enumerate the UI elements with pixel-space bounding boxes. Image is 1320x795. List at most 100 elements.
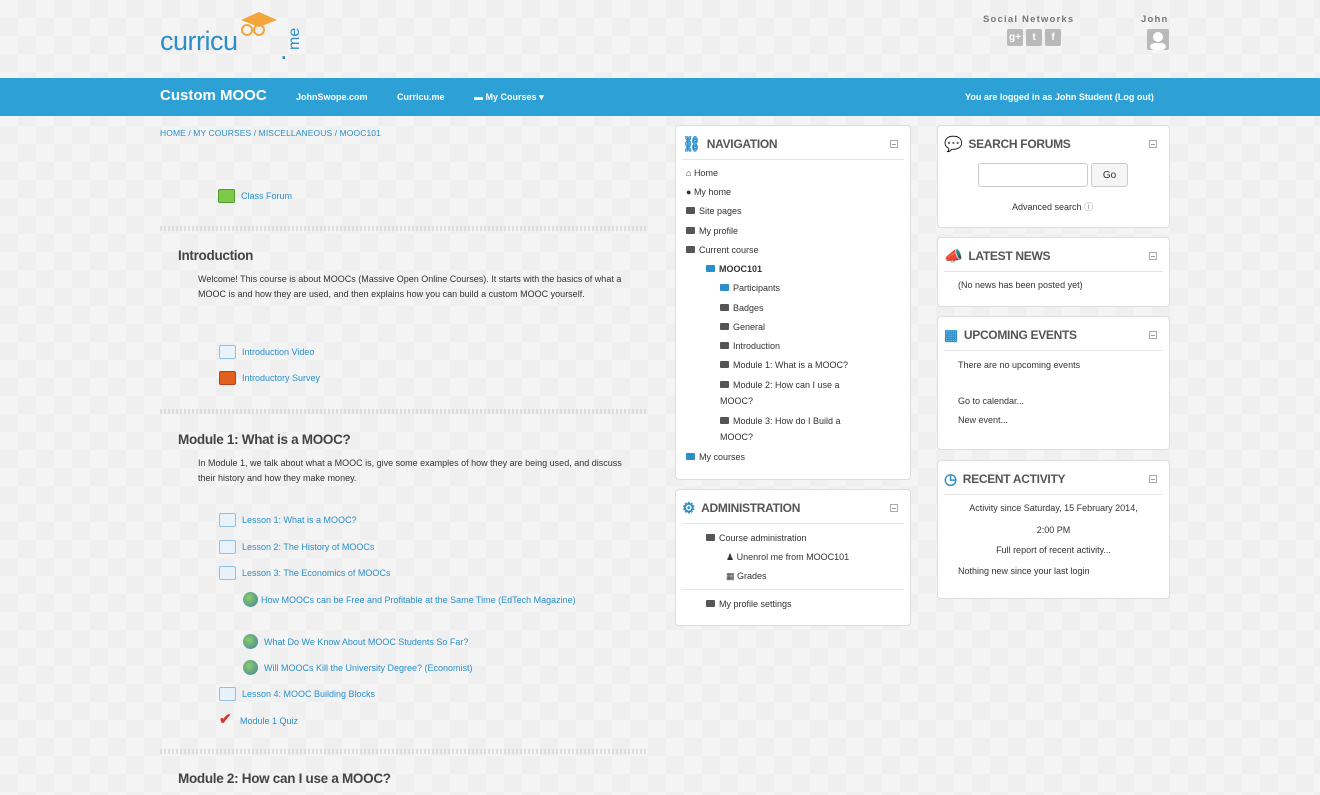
activity-lesson-4[interactable]: Lesson 4: MOOC Building Blocks — [219, 687, 375, 701]
collapse-icon[interactable] — [890, 504, 898, 512]
latest-news-block: 📣 LATEST NEWS (No news has been posted y… — [937, 237, 1170, 307]
site-logo[interactable]: curricu . me — [160, 12, 310, 65]
nav-item-mooc101[interactable]: MOOC101 — [706, 264, 762, 274]
search-forums-block: 💬 SEARCH FORUMS Go Advanced search ⓘ — [937, 125, 1170, 228]
avatar[interactable] — [1147, 29, 1169, 50]
folder-icon — [720, 323, 729, 330]
section-divider — [160, 226, 648, 231]
courses-icon: ▬ — [474, 92, 483, 102]
user-name[interactable]: John — [1141, 14, 1169, 25]
activity-url-economist[interactable]: Will MOOCs Kill the University Degree? (… — [243, 660, 473, 675]
collapse-icon[interactable] — [890, 140, 898, 148]
chat-icon: 💬 — [944, 136, 963, 153]
upcoming-events-block: ▦ UPCOMING EVENTS There are no upcoming … — [937, 316, 1170, 450]
upcoming-events-title: ▦ UPCOMING EVENTS — [944, 327, 1077, 344]
admin-course-administration[interactable]: Course administration — [706, 533, 807, 543]
folder-icon — [720, 417, 729, 424]
nav-item-module-3-cont[interactable]: MOOC? — [720, 432, 753, 442]
help-icon[interactable]: ⓘ — [1084, 202, 1093, 212]
activity-module-1-quiz[interactable]: ✔ Module 1 Quiz — [219, 712, 298, 728]
folder-icon — [706, 534, 715, 541]
activity-url-edtech[interactable]: How MOOCs can be Free and Profitable at … — [243, 592, 603, 609]
activity-lesson-3[interactable]: Lesson 3: The Economics of MOOCs — [219, 566, 390, 580]
nav-item-site-pages[interactable]: Site pages — [686, 206, 742, 216]
caret-down-icon: ▾ — [539, 92, 544, 102]
activity-since-time: 2:00 PM — [1036, 525, 1071, 535]
nav-item-module-1[interactable]: Module 1: What is a MOOC? — [720, 360, 848, 370]
navbar: Custom MOOC JohnSwope.com Curricu.me ▬ M… — [0, 78, 1320, 116]
folder-icon — [720, 284, 729, 291]
folder-icon — [706, 600, 715, 607]
nav-item-module-2[interactable]: Module 2: How can I use a — [720, 380, 840, 390]
class-forum-link[interactable]: Class Forum — [218, 189, 292, 203]
recent-activity-block: ◷ RECENT ACTIVITY Activity since Saturda… — [937, 460, 1170, 599]
collapse-icon[interactable] — [1149, 140, 1157, 148]
nav-item-badges[interactable]: Badges — [720, 303, 764, 313]
nav-item-module-3[interactable]: Module 3: How do I Build a — [720, 416, 841, 426]
google-plus-icon[interactable]: g+ — [1007, 29, 1023, 46]
social-networks-label: Social Networks — [983, 14, 1075, 25]
breadcrumb[interactable]: HOME / MY COURSES / MISCELLANEOUS / MOOC… — [160, 128, 381, 138]
globe-link-icon — [243, 660, 258, 675]
activity-intro-survey[interactable]: Introductory Survey — [219, 371, 320, 385]
activity-lesson-1[interactable]: Lesson 1: What is a MOOC? — [219, 513, 357, 527]
clock-icon: ◷ — [944, 471, 957, 488]
nav-item-current-course[interactable]: Current course — [686, 245, 759, 255]
activity-lesson-2[interactable]: Lesson 2: The History of MOOCs — [219, 540, 374, 554]
nav-item-my-courses[interactable]: My courses — [686, 452, 745, 462]
page-icon — [219, 540, 236, 554]
page-icon — [219, 345, 236, 359]
activity-url-mooc-students[interactable]: What Do We Know About MOOC Students So F… — [243, 634, 468, 649]
page-icon — [219, 566, 236, 580]
full-report-link[interactable]: Full report of recent activity... — [938, 545, 1169, 555]
go-to-calendar-link[interactable]: Go to calendar... — [958, 396, 1024, 406]
twitter-icon[interactable]: t — [1026, 29, 1042, 46]
go-button[interactable]: Go — [1091, 163, 1128, 187]
nav-item-general[interactable]: General — [720, 322, 765, 332]
home-icon: ⌂ — [686, 168, 694, 178]
section-summary-introduction: Welcome! This course is about MOOCs (Mas… — [198, 274, 622, 299]
login-info[interactable]: You are logged in as John Student (Log o… — [965, 92, 1154, 102]
nav-item-my-home[interactable]: ● My home — [686, 187, 731, 197]
nav-item-module-2-cont[interactable]: MOOC? — [720, 396, 753, 406]
folder-icon — [720, 361, 729, 368]
nav-item-my-profile[interactable]: My profile — [686, 226, 738, 236]
forum-icon — [218, 189, 235, 203]
admin-profile-settings[interactable]: My profile settings — [706, 599, 792, 609]
section-divider — [160, 749, 648, 754]
megaphone-icon — [219, 371, 236, 385]
page-icon — [219, 687, 236, 701]
administration-block: ⚙ ADMINISTRATION Course administration ♟… — [675, 489, 911, 626]
folder-icon — [706, 265, 715, 272]
collapse-icon[interactable] — [1149, 252, 1157, 260]
admin-grades[interactable]: ▦ Grades — [726, 571, 767, 582]
folder-icon — [720, 342, 729, 349]
globe-link-icon — [243, 634, 258, 649]
logo-suffix: me — [286, 27, 303, 50]
brand-link[interactable]: Custom MOOC — [160, 87, 267, 104]
search-input[interactable] — [978, 163, 1088, 187]
administration-block-title: ⚙ ADMINISTRATION — [682, 500, 801, 517]
new-event-link[interactable]: New event... — [958, 415, 1008, 425]
nav-item-home[interactable]: ⌂ Home — [686, 168, 718, 178]
nothing-new-text: Nothing new since your last login — [958, 566, 1090, 576]
nav-my-courses-menu[interactable]: ▬ My Courses ▾ — [474, 92, 544, 103]
latest-news-title: 📣 LATEST NEWS — [944, 248, 1051, 265]
logo-text: curricu — [160, 26, 238, 56]
activity-intro-video[interactable]: Introduction Video — [219, 345, 314, 359]
section-title-introduction: Introduction — [178, 248, 254, 263]
folder-icon — [686, 453, 695, 460]
navigation-block: ⛓ NAVIGATION ⌂ Home ● My home Site pages… — [675, 125, 911, 480]
megaphone-icon: 📣 — [944, 248, 963, 265]
nav-item-introduction[interactable]: Introduction — [720, 341, 780, 351]
advanced-search-link[interactable]: Advanced search ⓘ — [1012, 200, 1093, 213]
nav-item-participants[interactable]: Participants — [720, 283, 780, 293]
nav-link-curricume[interactable]: Curricu.me — [397, 92, 445, 102]
facebook-icon[interactable]: f — [1045, 29, 1061, 46]
section-divider — [160, 409, 648, 414]
collapse-icon[interactable] — [1149, 331, 1157, 339]
latest-news-text: (No news has been posted yet) — [958, 280, 1083, 290]
admin-unenrol[interactable]: ♟ Unenrol me from MOOC101 — [726, 552, 849, 563]
collapse-icon[interactable] — [1149, 475, 1157, 483]
nav-link-johnswope[interactable]: JohnSwope.com — [296, 92, 368, 102]
